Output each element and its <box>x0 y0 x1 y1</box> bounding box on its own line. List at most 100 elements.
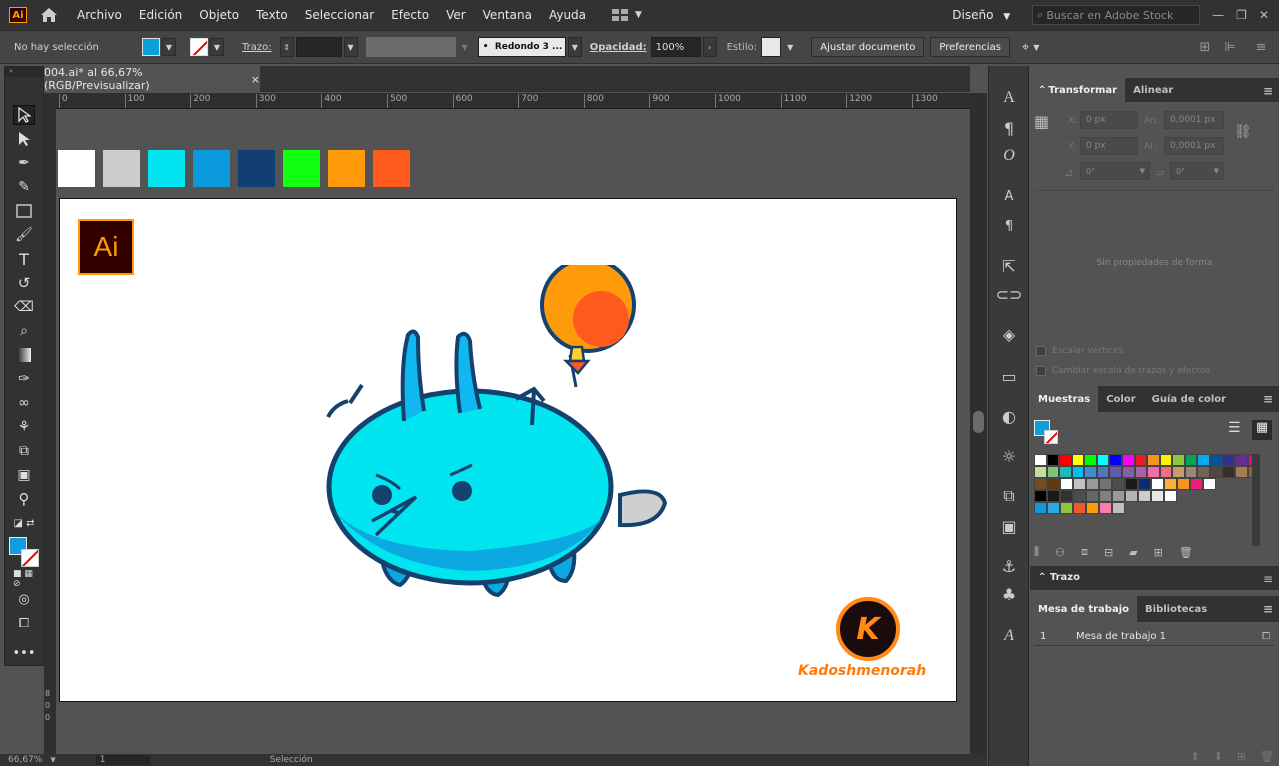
y-field[interactable]: 0 px <box>1080 137 1138 155</box>
move-up-icon[interactable]: ⬆ <box>1190 750 1199 763</box>
puppet-warp-icon[interactable]: ⚓ <box>999 556 1019 576</box>
canvas-color-swatch[interactable] <box>193 150 230 187</box>
rotate-field[interactable]: 0° ▼ <box>1080 162 1150 180</box>
swatch-options-icon[interactable]: ⧈ <box>1081 545 1088 559</box>
show-kinds-icon[interactable]: ⚇ <box>1055 546 1065 559</box>
fill-dropdown[interactable]: ▼ <box>162 38 176 56</box>
swatch[interactable] <box>1121 454 1135 466</box>
color-group-icon[interactable]: ⊟ <box>1104 546 1113 559</box>
shape-builder-tool-icon[interactable]: ⌕ <box>13 321 35 341</box>
align-icon[interactable]: ⊞ <box>1199 40 1210 55</box>
stroke-dropdown[interactable]: ▼ <box>210 38 224 56</box>
scroll-thumb[interactable] <box>973 411 984 433</box>
swatch[interactable] <box>1034 478 1047 490</box>
delete-swatch-icon[interactable]: 🗑 <box>1179 546 1193 559</box>
swatch[interactable] <box>1086 490 1099 502</box>
swatch[interactable] <box>1138 478 1151 490</box>
default-colors-icon[interactable]: ◪ ⇄ <box>13 513 35 533</box>
new-artboard-icon[interactable]: ⊞ <box>1237 750 1246 763</box>
grid-view-icon[interactable]: ▦ <box>1252 420 1272 440</box>
opacity-label[interactable]: Opacidad: <box>590 42 647 53</box>
fill-swatch[interactable] <box>142 38 160 56</box>
opacity-field[interactable]: 100% <box>650 37 701 57</box>
close-tab-button[interactable]: × <box>251 73 260 86</box>
paragraph-styles-icon[interactable]: ¶ <box>999 216 1019 236</box>
slice-tool-icon[interactable]: ▣ <box>13 465 35 485</box>
screen-mode-icon[interactable]: ⧠ <box>13 613 35 633</box>
swatch[interactable] <box>1060 478 1073 490</box>
drawing-mode-icon[interactable]: ◎ <box>13 589 35 609</box>
reference-point-icon[interactable]: ▦ <box>1034 112 1049 131</box>
swatch[interactable] <box>1159 454 1173 466</box>
swatch[interactable] <box>1164 490 1177 502</box>
brush-dropdown[interactable]: ▼ <box>567 37 582 57</box>
opacity-arrow[interactable]: › <box>702 37 717 57</box>
swatch[interactable] <box>1034 466 1047 478</box>
height-field[interactable]: 0,0001 px <box>1164 137 1224 155</box>
zoom-dropdown[interactable]: ▼ <box>50 756 55 764</box>
canvas-color-swatch[interactable] <box>328 150 365 187</box>
swatch[interactable] <box>1073 490 1086 502</box>
vertical-scrollbar[interactable] <box>970 93 987 754</box>
appearance-icon[interactable]: ☼ <box>999 446 1019 466</box>
menu-item[interactable]: Ayuda <box>549 8 586 22</box>
panel-menu-icon[interactable]: ≡ <box>1263 84 1273 98</box>
canvas-color-swatch[interactable] <box>103 150 140 187</box>
swatch[interactable] <box>1235 466 1248 478</box>
swatch[interactable] <box>1112 502 1125 514</box>
rotate-tool-icon[interactable]: ↺ <box>13 273 35 293</box>
swatch[interactable] <box>1086 502 1099 514</box>
constrain-proportions-icon[interactable]: ⛓ <box>1234 124 1252 140</box>
rectangle-tool-icon[interactable] <box>13 201 35 221</box>
swatch[interactable] <box>1099 478 1112 490</box>
menu-item[interactable]: Objeto <box>199 8 239 22</box>
symbol-sprayer-tool-icon[interactable]: ⚘ <box>13 417 35 437</box>
x-field[interactable]: 0 px <box>1080 111 1138 129</box>
swatch[interactable] <box>1151 490 1164 502</box>
stroke-label[interactable]: Trazo: <box>242 42 272 53</box>
canvas-color-swatch[interactable] <box>58 150 95 187</box>
stroke-weight-field[interactable] <box>295 37 342 57</box>
swatch[interactable] <box>1109 454 1122 466</box>
menu-item[interactable]: Seleccionar <box>305 8 374 22</box>
menu-item[interactable]: Edición <box>139 8 182 22</box>
tab-libraries[interactable]: Bibliotecas <box>1137 596 1215 622</box>
tab-swatches[interactable]: Muestras <box>1030 386 1099 412</box>
swatch[interactable] <box>1147 466 1160 478</box>
swatch[interactable] <box>1134 454 1148 466</box>
menu-item[interactable]: Ventana <box>483 8 532 22</box>
panel-menu-icon[interactable]: ≡ <box>1263 572 1273 586</box>
swatch[interactable] <box>1209 454 1223 466</box>
symbols-icon[interactable]: ♣ <box>999 584 1019 604</box>
shear-field[interactable]: 0° ▼ <box>1170 162 1224 180</box>
artboards-panel-icon[interactable]: ▣ <box>999 516 1019 536</box>
document-tab[interactable]: 004.ai* al 66,67% (RGB/Previsualizar) × <box>44 66 260 92</box>
character-panel-icon[interactable]: A <box>999 88 1019 108</box>
swatch[interactable] <box>1059 466 1072 478</box>
artboard-options-icon[interactable]: ⧠ <box>1262 631 1270 642</box>
swatch[interactable] <box>1047 490 1060 502</box>
swatch[interactable] <box>1046 466 1060 478</box>
preferences-button[interactable]: Preferencias <box>930 37 1010 57</box>
canvas-color-swatch[interactable] <box>283 150 320 187</box>
list-view-icon[interactable]: ☰ <box>1228 420 1246 440</box>
swatch[interactable] <box>1060 502 1073 514</box>
collapse-toolbar-button[interactable]: » <box>5 67 43 77</box>
workspace-switcher[interactable]: Diseño ▼ <box>952 8 1010 22</box>
profile-dropdown[interactable]: ▼ <box>462 43 468 52</box>
swatch[interactable] <box>1121 466 1135 478</box>
menu-item[interactable]: Efecto <box>391 8 429 22</box>
opentype-panel-icon[interactable]: O <box>999 146 1019 166</box>
document-setup-button[interactable]: Ajustar documento <box>811 37 925 57</box>
swatch[interactable] <box>1047 478 1060 490</box>
menu-item[interactable]: Texto <box>256 8 288 22</box>
zoom-level[interactable]: 66,67% <box>8 755 42 765</box>
type-tool-icon[interactable]: T <box>13 249 35 269</box>
swatch[interactable] <box>1177 478 1190 490</box>
home-icon[interactable] <box>39 6 59 24</box>
arrange-documents-button[interactable]: ▼ <box>611 8 642 22</box>
swatch[interactable] <box>1059 454 1072 466</box>
transform-icon[interactable]: ⌖ <box>1022 40 1029 55</box>
toolbar-stroke-swatch[interactable] <box>21 549 39 567</box>
tab-color[interactable]: Color <box>1098 386 1143 412</box>
